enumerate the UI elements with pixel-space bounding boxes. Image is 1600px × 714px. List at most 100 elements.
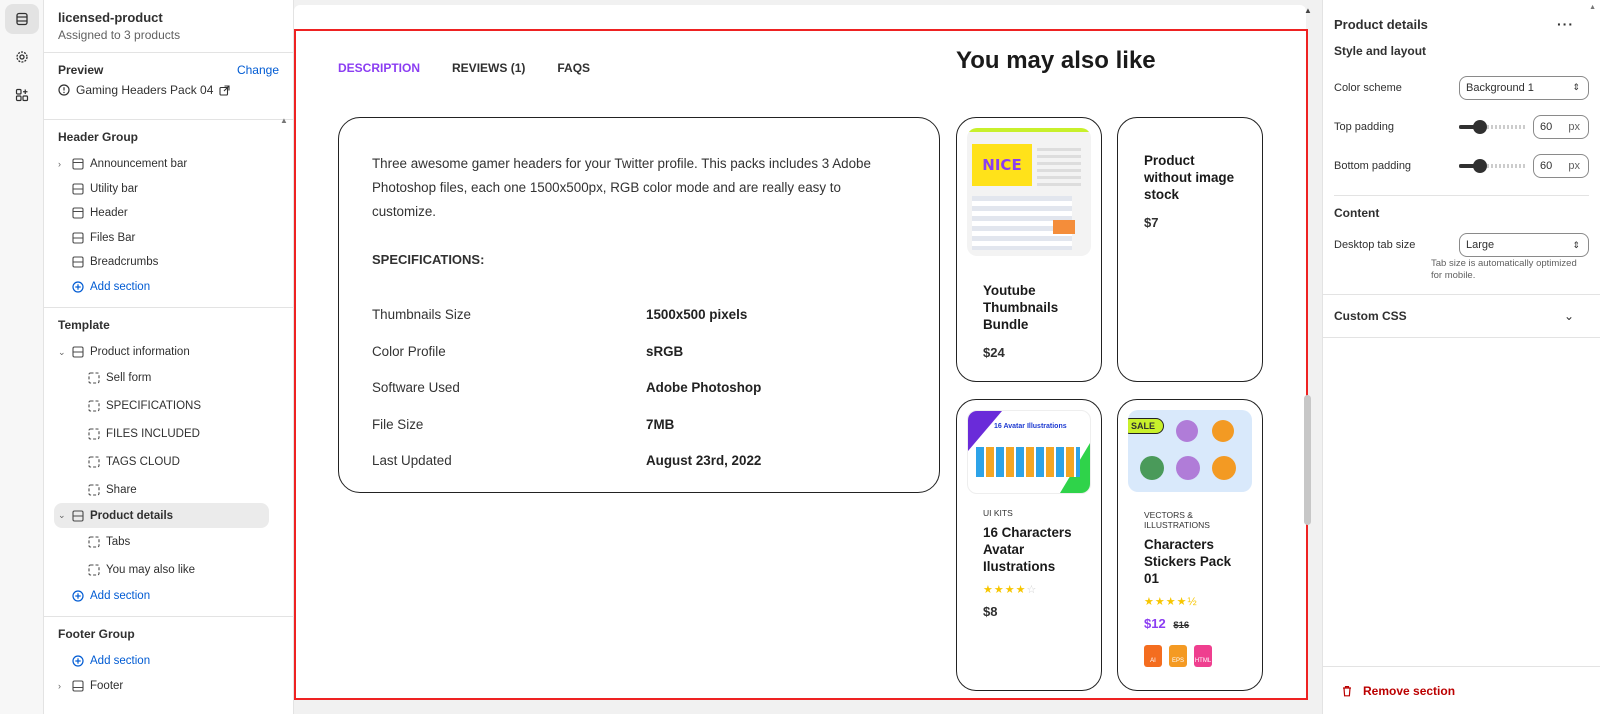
you-may-also-like-title: You may also like: [956, 47, 1156, 74]
add-section-footer-button[interactable]: Add section: [44, 649, 293, 674]
product-card-avatar-illustrations[interactable]: 16 Avatar Illustrations UI KITS 16 Chara…: [956, 399, 1102, 691]
section-icon: [72, 510, 86, 522]
preview-label: Preview: [58, 63, 104, 77]
section-breadcrumbs[interactable]: Breadcrumbs: [44, 250, 293, 275]
tab-faqs[interactable]: FAQS: [557, 61, 590, 75]
section-icon: [72, 346, 86, 358]
tab-reviews[interactable]: REVIEWS (1): [452, 61, 525, 75]
chevron-down-icon[interactable]: ⌄: [58, 347, 72, 358]
plus-circle-icon: [72, 655, 86, 667]
product-card-youtube-thumbnails[interactable]: NICE Youtube Thumbnails Bundle $24: [956, 117, 1102, 382]
tab-description[interactable]: DESCRIPTION: [338, 61, 420, 75]
block-tags-cloud[interactable]: TAGS CLOUD: [44, 448, 293, 476]
scroll-up-arrow[interactable]: ▲: [280, 116, 288, 125]
section-icon: [72, 680, 86, 692]
more-options-icon[interactable]: ···: [1557, 16, 1574, 32]
template-name: licensed-product: [58, 10, 163, 25]
preview-product-name: Gaming Headers Pack 04: [76, 83, 214, 97]
preview-canvas: DESCRIPTION REVIEWS (1) FAQS Three aweso…: [294, 0, 1316, 714]
preview-scrollbar[interactable]: [1304, 395, 1311, 525]
selected-section-frame[interactable]: DESCRIPTION REVIEWS (1) FAQS Three aweso…: [294, 29, 1308, 700]
add-section-header-button[interactable]: Add section: [44, 275, 293, 300]
product-card-stickers-pack[interactable]: SALE VECTORS & ILLUSTRATIONS Characters …: [1117, 399, 1263, 691]
block-icon: [88, 536, 102, 548]
product-thumbnail: SALE: [1128, 410, 1252, 492]
apps-icon[interactable]: [5, 80, 39, 110]
block-icon: [88, 372, 102, 384]
section-icon: [72, 183, 86, 195]
product-price: $7: [1144, 215, 1159, 230]
top-padding-label: Top padding: [1334, 120, 1394, 133]
plus-circle-icon: [72, 281, 86, 293]
block-icon: [88, 456, 102, 468]
settings-panel: Product details ··· Style and layout Col…: [1322, 0, 1600, 714]
block-tabs[interactable]: Tabs: [44, 528, 293, 556]
color-scheme-select[interactable]: Background 1 ⇕: [1459, 75, 1589, 100]
change-preview-link[interactable]: Change: [237, 63, 279, 77]
top-padding-input[interactable]: 60 px: [1533, 114, 1589, 139]
tab-size-label: Desktop tab size: [1334, 239, 1416, 251]
product-title[interactable]: Characters Stickers Pack 01: [1118, 536, 1262, 587]
product-title[interactable]: Product without image stock: [1118, 152, 1262, 203]
sections-sidebar: licensed-product Assigned to 3 products …: [44, 0, 294, 714]
template-assignment: Assigned to 3 products: [58, 28, 181, 42]
tab-size-select[interactable]: Large ⇕: [1459, 233, 1589, 257]
block-icon: [88, 428, 102, 440]
section-product-details[interactable]: ⌄ Product details: [54, 503, 269, 528]
trash-icon: [1343, 685, 1351, 696]
select-arrows-icon: ⇕: [1572, 82, 1580, 92]
section-utility-bar[interactable]: Utility bar: [44, 177, 293, 202]
custom-css-toggle[interactable]: Custom CSS ⌄: [1323, 305, 1600, 323]
specifications-heading: SPECIFICATIONS:: [372, 252, 485, 267]
specifications-table: Thumbnails Size 1500x500 pixels Color Pro…: [372, 307, 906, 490]
section-files-bar[interactable]: Files Bar: [44, 226, 293, 251]
block-sell-form[interactable]: Sell form: [44, 365, 293, 393]
product-thumbnail: NICE: [967, 128, 1091, 256]
section-header[interactable]: Header: [44, 201, 293, 226]
bottom-padding-slider[interactable]: [1459, 158, 1525, 173]
description-text: Three awesome gamer headers for your Twi…: [372, 156, 871, 219]
chevron-right-icon[interactable]: ›: [58, 681, 72, 691]
template-group-title: Template: [58, 318, 110, 332]
slider-handle[interactable]: [1473, 158, 1487, 173]
remove-section-button[interactable]: Remove section: [1323, 666, 1600, 714]
file-type-tags: AI EPS HTML: [1118, 645, 1262, 667]
section-icon: [72, 207, 86, 219]
file-tag: HTML: [1194, 645, 1212, 667]
block-files-included[interactable]: FILES INCLUDED: [44, 420, 293, 448]
slider-handle[interactable]: [1473, 119, 1487, 134]
product-title[interactable]: 16 Characters Avatar Ilustrations: [957, 524, 1101, 575]
app-rail: [0, 0, 44, 714]
bottom-padding-input[interactable]: 60 px: [1533, 153, 1589, 178]
block-icon: [88, 484, 102, 496]
chevron-right-icon[interactable]: ›: [58, 159, 72, 169]
section-footer[interactable]: › Footer: [44, 674, 293, 699]
gear-icon[interactable]: [5, 42, 39, 72]
product-card-no-image[interactable]: Product without image stock $7: [1117, 117, 1263, 382]
section-icon: [72, 232, 86, 244]
header-group-title: Header Group: [58, 130, 139, 144]
block-share[interactable]: Share: [44, 476, 293, 504]
section-announcement-bar[interactable]: › Announcement bar: [44, 152, 293, 177]
block-icon: [88, 564, 102, 576]
scroll-up-arrow[interactable]: ▲: [1304, 6, 1312, 15]
spec-row: Last Updated August 23rd, 2022: [372, 453, 762, 468]
settings-title: Product details: [1334, 16, 1428, 32]
spec-row: Software Used Adobe Photoshop: [372, 380, 762, 395]
product-title[interactable]: Youtube Thumbnails Bundle: [957, 282, 1101, 333]
chevron-down-icon: ⌄: [1563, 309, 1574, 323]
add-section-template-button[interactable]: Add section: [44, 584, 293, 609]
section-product-information[interactable]: ⌄ Product information: [44, 340, 293, 365]
product-price: $24: [983, 345, 1005, 360]
file-tag: EPS: [1169, 645, 1187, 667]
block-specifications[interactable]: SPECIFICATIONS: [44, 392, 293, 420]
chevron-down-icon[interactable]: ⌄: [58, 510, 72, 521]
product-tabs: DESCRIPTION REVIEWS (1) FAQS: [338, 61, 590, 75]
spec-row: Thumbnails Size 1500x500 pixels: [372, 307, 748, 322]
sale-badge: SALE: [1128, 418, 1165, 434]
block-you-may-also-like[interactable]: You may also like: [44, 556, 293, 584]
scroll-up-arrow[interactable]: ▲: [1589, 4, 1596, 11]
external-link-icon[interactable]: [219, 84, 230, 96]
top-padding-slider[interactable]: [1459, 119, 1525, 134]
sections-icon[interactable]: [5, 4, 39, 34]
